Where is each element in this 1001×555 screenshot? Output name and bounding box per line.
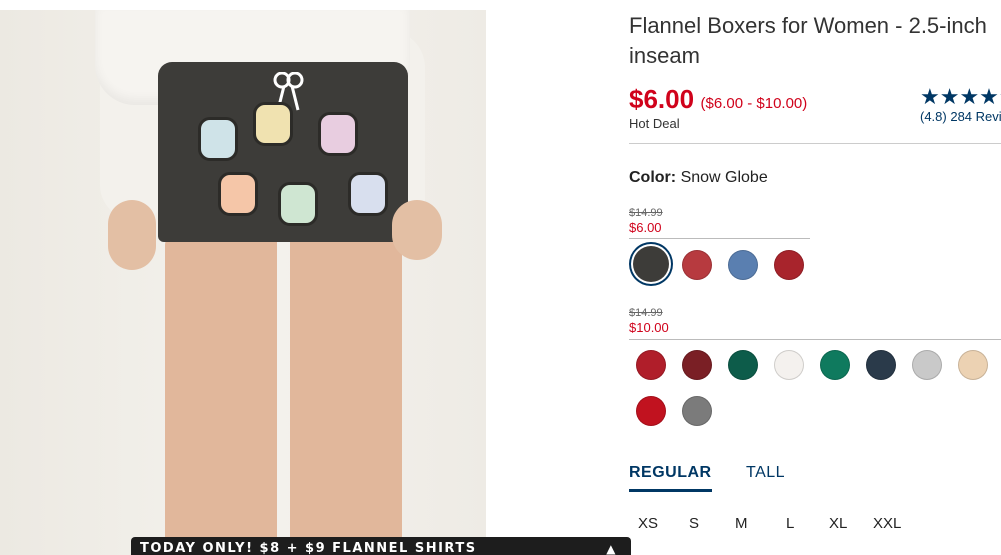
original-price: $14.99 bbox=[629, 207, 663, 219]
rating-stars-icon: ★★★★★ bbox=[920, 84, 1001, 109]
color-swatch[interactable] bbox=[728, 250, 758, 280]
sale-price: $6.00 bbox=[629, 220, 662, 235]
snow-globe-patch bbox=[218, 172, 258, 216]
tab-tall[interactable]: TALL bbox=[746, 464, 785, 482]
promo-banner[interactable]: TODAY ONLY! $8 + $9 FLANNEL SHIRTS ▲ bbox=[131, 537, 631, 555]
color-swatch[interactable] bbox=[866, 350, 896, 380]
size-option-xxl[interactable]: XXL bbox=[873, 515, 901, 532]
tier-divider bbox=[629, 238, 810, 239]
snow-globe-patch bbox=[253, 102, 293, 146]
size-option-xs[interactable]: XS bbox=[638, 515, 658, 532]
color-swatch[interactable] bbox=[682, 250, 712, 280]
color-selection: Color: Snow Globe bbox=[629, 169, 768, 187]
color-swatch[interactable] bbox=[636, 396, 666, 426]
color-swatch[interactable] bbox=[682, 396, 712, 426]
size-option-s[interactable]: S bbox=[689, 515, 699, 532]
color-swatch[interactable] bbox=[774, 350, 804, 380]
color-swatch[interactable] bbox=[636, 350, 666, 380]
color-swatch[interactable] bbox=[820, 350, 850, 380]
divider bbox=[629, 143, 1001, 144]
original-price: $14.99 bbox=[629, 307, 663, 319]
promo-text: TODAY ONLY! $8 + $9 FLANNEL SHIRTS bbox=[140, 541, 477, 555]
model-right-hand bbox=[392, 200, 442, 260]
price-tier: $14.99 $10.00 bbox=[629, 307, 669, 335]
price-tier: $14.99 $6.00 bbox=[629, 207, 663, 235]
tier-divider bbox=[629, 339, 1001, 340]
model-left-leg bbox=[165, 235, 277, 555]
chevron-up-icon[interactable]: ▲ bbox=[606, 537, 617, 555]
product-title: Flannel Boxers for Women - 2.5-inch inse… bbox=[629, 13, 987, 68]
color-swatch[interactable] bbox=[774, 250, 804, 280]
snow-globe-patch bbox=[348, 172, 388, 216]
snow-globe-patch bbox=[278, 182, 318, 226]
size-option-xl[interactable]: XL bbox=[829, 515, 847, 532]
rating[interactable]: ★★★★★ (4.8) 284 Reviews bbox=[920, 84, 1001, 125]
current-price: $6.00 bbox=[629, 84, 695, 114]
snow-globe-patch bbox=[318, 112, 358, 156]
color-swatch[interactable] bbox=[728, 350, 758, 380]
rating-summary-link[interactable]: (4.8) 284 Reviews bbox=[920, 109, 1001, 124]
color-swatch[interactable] bbox=[682, 350, 712, 380]
product-image[interactable] bbox=[0, 10, 486, 555]
color-value: Snow Globe bbox=[680, 169, 768, 186]
flannel-boxers bbox=[158, 62, 408, 242]
model-left-hand bbox=[108, 200, 156, 270]
color-swatch[interactable] bbox=[912, 350, 942, 380]
sale-price: $10.00 bbox=[629, 320, 669, 335]
price-row: $6.00 ($6.00 - $10.00) bbox=[629, 84, 807, 115]
deal-label: Hot Deal bbox=[629, 116, 680, 131]
color-swatch[interactable] bbox=[633, 246, 669, 282]
size-option-m[interactable]: M bbox=[735, 515, 748, 532]
model-right-leg bbox=[290, 235, 402, 555]
tab-regular[interactable]: REGULAR bbox=[629, 464, 712, 492]
color-label: Color: bbox=[629, 169, 677, 186]
color-swatch[interactable] bbox=[958, 350, 988, 380]
model-legs bbox=[165, 235, 405, 555]
snow-globe-patch bbox=[198, 117, 238, 161]
price-range: ($6.00 - $10.00) bbox=[700, 95, 808, 112]
size-option-l[interactable]: L bbox=[786, 515, 794, 532]
